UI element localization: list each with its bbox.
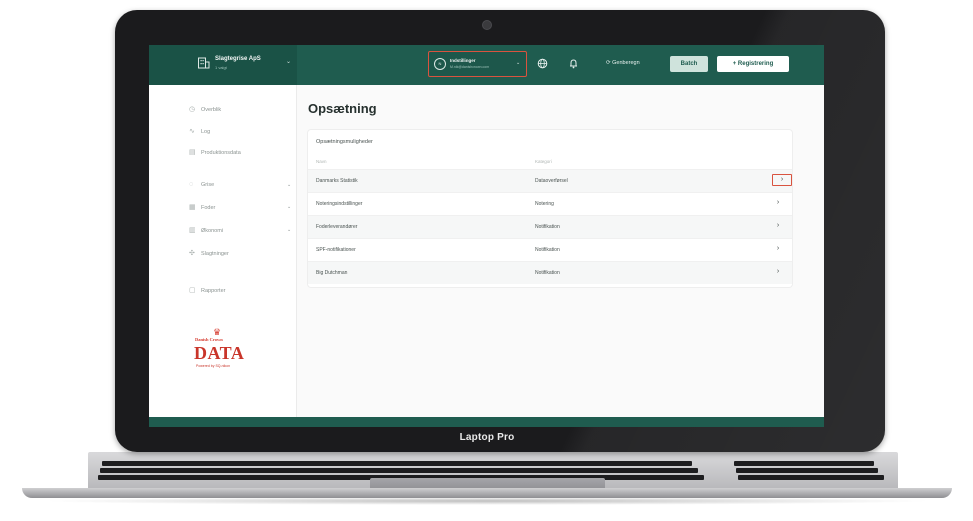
sidebar-item-produktionsdata[interactable]: ▤ Produktionsdata (189, 148, 241, 158)
laptop-shadow (40, 497, 934, 505)
sidebar-item-label: Foder (201, 205, 216, 211)
chevron-down-icon: ⌄ (287, 182, 292, 188)
table-row[interactable]: Foderleverandører Notifikation › (308, 215, 792, 238)
chevron-down-icon: ⌄ (287, 204, 292, 210)
sidebar-item-label: Produktionsdata (201, 150, 241, 156)
card-title: Opsætningsmuligheder (316, 139, 373, 145)
sidebar-item-okonomi[interactable]: ▥ Økonomi (189, 226, 223, 236)
bell-icon[interactable] (568, 58, 579, 72)
sidebar-item-grise[interactable]: ◌ Grise (189, 181, 214, 191)
app-screen: Slagtegrise ApS 1 valgt ⌄ N Indstillinge… (149, 45, 824, 427)
row-category: Notering (535, 201, 554, 207)
sidebar-item-label: Økonomi (201, 228, 224, 234)
dashboard-icon: ◷ (189, 106, 196, 113)
sidebar-item-overblik[interactable]: ◷ Overblik (189, 105, 221, 115)
account-email: M.nik@danishcrown.com (450, 65, 490, 69)
globe-icon[interactable] (537, 58, 548, 72)
column-header-name: Navn (316, 159, 327, 164)
chevron-right-icon[interactable]: › (772, 174, 792, 186)
chart-icon: ▤ (189, 149, 196, 156)
row-category: Notifikation (535, 247, 560, 253)
sidebar-item-label: Grise (201, 182, 215, 188)
account-menu[interactable]: N Indstillinger M.nik@danishcrown.com ⌄ (428, 51, 527, 77)
building-icon (197, 56, 210, 69)
webcam-icon (482, 20, 492, 30)
recalculate-label: Genberegn (612, 60, 640, 66)
recalculate-button[interactable]: ⟳ Genberegn (606, 60, 640, 66)
page-title: Opsætning (308, 101, 377, 116)
row-name: SPF-notifikationer (316, 247, 356, 253)
keyboard-row (736, 468, 878, 473)
sidebar-item-rapporter[interactable]: ▢ Rapporter (189, 286, 225, 296)
column-header-category: Kategori (535, 159, 552, 164)
row-category: Notifikation (535, 270, 560, 276)
chevron-down-icon: ⌄ (287, 227, 292, 233)
chevron-right-icon[interactable]: › (772, 243, 784, 255)
chevron-down-icon: ⌄ (286, 59, 292, 65)
account-name: Indstillinger (450, 58, 476, 63)
add-registration-button[interactable]: + Registrering (717, 56, 789, 72)
sidebar-item-foder[interactable]: ▦ Foder (189, 203, 215, 213)
chevron-right-icon[interactable]: › (772, 266, 784, 278)
logo-data-word: DATA (194, 343, 245, 363)
sidebar-item-label: Slagtninger (201, 251, 229, 257)
row-name: Noteringsindstillinger (316, 201, 363, 207)
logo-powered-by: Powered by SQ-nikon (196, 364, 231, 368)
laptop-brand: Laptop Pro (459, 432, 515, 443)
sidebar-item-log[interactable]: ∿ Log (189, 127, 210, 137)
pig-icon: ◌ (189, 181, 194, 188)
keyboard-row (100, 468, 698, 473)
chevron-right-icon[interactable]: › (772, 220, 784, 232)
batch-button[interactable]: Batch (670, 56, 708, 72)
row-category: Notifikation (535, 224, 560, 230)
report-icon: ▢ (189, 287, 196, 294)
org-name: Slagtegrise ApS (215, 56, 261, 62)
sidebar-item-label: Log (201, 129, 211, 135)
row-name: Foderleverandører (316, 224, 358, 230)
chevron-down-icon: ⌄ (516, 60, 521, 66)
row-name: Big Dutchman (316, 270, 348, 276)
sidebar-item-slagtninger[interactable]: ✣ Slagtninger (189, 249, 229, 259)
keyboard-row (738, 475, 884, 480)
finance-icon: ▥ (189, 227, 196, 234)
laptop-base (22, 488, 952, 498)
row-name: Danmarks Statistik (316, 178, 358, 184)
table-row[interactable]: SPF-notifikationer Notifikation › (308, 238, 792, 261)
sidebar-item-label: Rapporter (201, 288, 226, 294)
keyboard-row (734, 461, 874, 466)
row-category: Dataoverførsel (535, 178, 568, 184)
bottom-bar (149, 417, 824, 427)
slaughter-icon: ✣ (189, 250, 195, 257)
pulse-icon: ∿ (189, 128, 195, 135)
logo-company-name: Danish Crown (195, 337, 223, 342)
org-subtitle: 1 valgt (215, 65, 227, 70)
table-row[interactable]: Danmarks Statistik Dataoverførsel › (308, 169, 792, 192)
keyboard-row (102, 461, 692, 466)
org-switcher[interactable]: Slagtegrise ApS 1 valgt ⌄ (149, 45, 297, 85)
sidebar-item-label: Overblik (201, 107, 222, 113)
table-row[interactable]: Noteringsindstillinger Notering › (308, 192, 792, 215)
chevron-right-icon[interactable]: › (772, 197, 784, 209)
feed-icon: ▦ (189, 204, 196, 211)
avatar: N (434, 58, 446, 70)
table-row[interactable]: Big Dutchman Notifikation › (308, 261, 792, 284)
